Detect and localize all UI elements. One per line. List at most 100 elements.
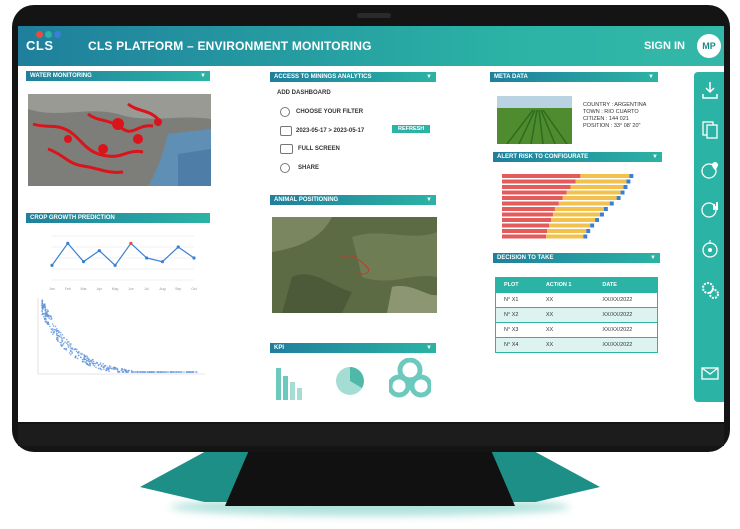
cell: XX/XX/2022 — [594, 307, 658, 323]
globe-analytics-icon[interactable] — [700, 200, 720, 220]
chevron-down-icon[interactable]: ▼ — [200, 71, 206, 81]
bar-segment — [502, 190, 567, 195]
kpi-header[interactable]: KPI ▼ — [270, 343, 436, 353]
share-button[interactable]: SHARE — [298, 165, 319, 171]
settings-gears-icon[interactable] — [700, 280, 720, 300]
bar-segment — [502, 196, 563, 200]
scatter-point — [71, 348, 73, 351]
panel-title: WATER MONITORING — [30, 73, 92, 79]
scatter-point — [50, 315, 52, 318]
panel-title: CROP GROWTH PREDICTION — [30, 215, 115, 221]
webcam — [357, 13, 391, 18]
chevron-down-icon[interactable]: ▼ — [426, 343, 432, 353]
full-screen-button[interactable]: FULL SCREEN — [298, 146, 340, 152]
table-row[interactable]: N° X2 XX XX/XX/2022 — [495, 307, 658, 323]
kpi-pie-icon[interactable] — [335, 366, 365, 396]
filter-icon — [280, 107, 290, 117]
scatter-point — [110, 367, 112, 370]
scatter-point — [70, 343, 72, 345]
column-header[interactable]: ACTION 1 — [537, 277, 595, 293]
water-monitoring-header[interactable]: WATER MONITORING ▼ — [26, 71, 210, 81]
data-point — [113, 263, 117, 267]
scatter-point — [114, 367, 116, 369]
cls-logo[interactable]: CLS — [26, 31, 66, 61]
bar-segment — [547, 229, 587, 233]
mail-icon[interactable] — [700, 362, 720, 382]
bar-segment — [502, 223, 550, 228]
bar-segment — [626, 179, 631, 184]
scatter-point — [104, 364, 107, 367]
mining-analytics-header[interactable]: ACCESS TO MININGS ANALYTICS ▼ — [270, 72, 436, 82]
logo-text: CLS — [26, 38, 54, 53]
refresh-button[interactable]: REFRESH — [392, 125, 431, 133]
table-row[interactable]: N° X4 XX XX/XX/2022 — [495, 337, 658, 353]
date-range[interactable]: 2023-05-17 > 2023-05-17 — [296, 128, 364, 134]
chevron-down-icon[interactable]: ▼ — [652, 152, 658, 162]
column-header[interactable]: DATE — [594, 277, 658, 293]
scatter-point — [92, 360, 95, 363]
animal-positioning-header[interactable]: ANIMAL POSITIONING ▼ — [270, 195, 436, 205]
scatter-point — [48, 317, 51, 320]
crop-scatter-chart — [37, 298, 205, 375]
scatter-point — [53, 330, 56, 333]
bar-segment — [549, 223, 591, 228]
chevron-down-icon[interactable]: ▼ — [426, 195, 432, 205]
scatter-point — [44, 308, 47, 311]
animal-map[interactable] — [272, 217, 437, 313]
globe-location-icon[interactable] — [700, 160, 720, 180]
scatter-point — [61, 337, 63, 339]
alert-risk-chart — [502, 174, 634, 239]
scatter-point — [84, 362, 87, 364]
tick-label: Jul — [144, 287, 149, 291]
column-header[interactable]: PLOT — [495, 277, 538, 293]
scatter-point — [44, 310, 47, 312]
fullscreen-icon — [280, 144, 293, 154]
scatter-point — [173, 371, 176, 373]
decision-header[interactable]: DECISION TO TAKE ▼ — [493, 253, 660, 263]
bar-segment — [502, 185, 571, 189]
scatter-point — [88, 358, 90, 361]
documents-icon[interactable] — [700, 120, 720, 140]
scatter-point — [45, 321, 47, 323]
crop-growth-header[interactable]: CROP GROWTH PREDICTION — [26, 213, 210, 223]
scatter-point — [181, 371, 183, 373]
scatter-point — [47, 323, 50, 325]
bar-segment — [566, 190, 621, 195]
cell: N° X3 — [495, 322, 538, 338]
scatter-point — [171, 371, 174, 373]
monitor-stand-neck — [225, 452, 515, 506]
scatter-point — [139, 371, 142, 373]
scatter-point — [108, 370, 110, 373]
scatter-point — [137, 371, 140, 373]
choose-filter-button[interactable]: CHOOSE YOUR FILTER — [296, 109, 363, 115]
alert-risk-header[interactable]: ALERT RISK TO CONFIGURATE ▼ — [493, 152, 662, 162]
scatter-point — [62, 342, 65, 345]
chevron-down-icon[interactable]: ▼ — [426, 72, 432, 82]
chevron-down-icon[interactable]: ▼ — [648, 72, 654, 82]
meta-data-header[interactable]: META DATA ▼ — [490, 72, 658, 82]
water-map[interactable] — [28, 94, 211, 186]
kpi-bar-icon[interactable] — [274, 362, 308, 400]
table-row[interactable]: N° X3 XX XX/XX/2022 — [495, 322, 658, 338]
logo-dot — [54, 31, 61, 38]
avatar[interactable]: MP — [697, 34, 721, 58]
scatter-point — [41, 308, 44, 310]
bar-segment — [600, 212, 604, 217]
scatter-point — [80, 352, 82, 355]
kpi-network-icon[interactable] — [389, 358, 431, 398]
location-target-icon[interactable] — [700, 240, 720, 260]
bar-segment — [502, 174, 581, 178]
share-icon — [280, 163, 290, 173]
table-row[interactable]: N° X1 XX XX/XX/2022 — [495, 292, 658, 308]
chevron-down-icon[interactable]: ▼ — [650, 253, 656, 263]
scatter-point — [75, 350, 78, 353]
scatter-point — [86, 357, 88, 359]
scatter-point — [162, 371, 164, 373]
add-dashboard-button[interactable]: ADD DASHBOARD — [277, 90, 331, 96]
download-icon[interactable] — [700, 80, 720, 100]
bar-segment — [570, 185, 624, 189]
scatter-point — [86, 355, 88, 358]
sign-in-link[interactable]: SIGN IN — [644, 40, 685, 52]
scatter-point — [121, 371, 124, 373]
scatter-point — [186, 371, 189, 373]
